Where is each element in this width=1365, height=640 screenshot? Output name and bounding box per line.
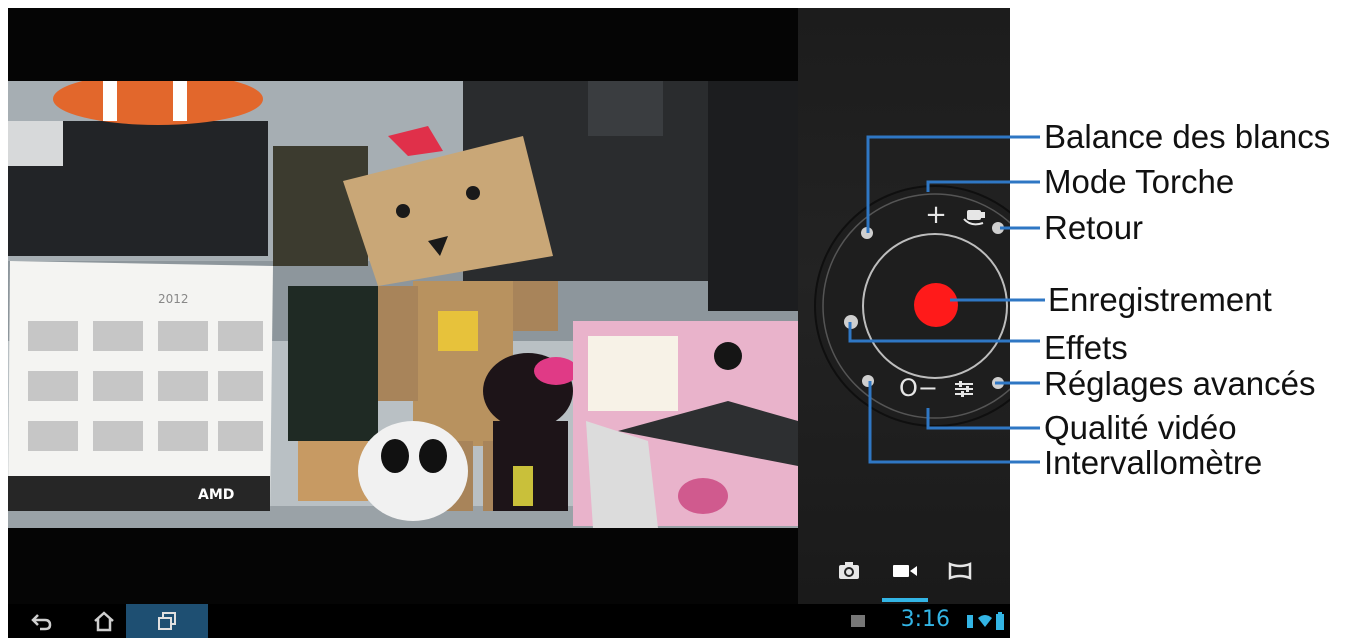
callout-timelapse: Intervallomètre — [1044, 444, 1263, 481]
nav-back-button[interactable] — [22, 604, 62, 638]
recent-apps-icon — [158, 612, 176, 630]
control-wheel — [814, 185, 1010, 427]
record-button[interactable] — [914, 283, 958, 327]
nav-recent-apps-button[interactable] — [126, 604, 208, 638]
system-navigation-bar: 3:16 — [8, 604, 1010, 638]
minus-icon: − — [917, 374, 938, 402]
callout-effects: Effets — [1044, 329, 1128, 366]
back-arrow-icon — [31, 614, 52, 631]
torch-mode-button[interactable]: + — [925, 202, 947, 228]
back-dot — [992, 222, 1004, 234]
notification-icon[interactable] — [846, 604, 870, 638]
zero-icon: O — [899, 374, 918, 402]
mode-video-button[interactable] — [889, 558, 921, 584]
tablet-screen: 2012 AMD + O− 3:16 — [8, 8, 1010, 638]
timelapse-button[interactable] — [862, 375, 874, 387]
advanced-settings-button[interactable] — [952, 377, 976, 401]
callout-advanced-settings: Réglages avancés — [1044, 365, 1316, 402]
video-icon — [893, 565, 917, 577]
home-icon — [94, 611, 114, 632]
plus-icon: + — [925, 200, 947, 230]
camera-icon — [839, 562, 859, 579]
mode-panorama-button[interactable] — [946, 558, 974, 584]
battery-small-icon — [967, 615, 973, 628]
mode-video-selected-indicator — [882, 598, 928, 602]
viewfinder-scene: 2012 AMD — [8, 81, 798, 528]
calendar-year: 2012 — [158, 292, 189, 306]
calendar-brand: AMD — [198, 487, 234, 503]
camera-control-panel: + O− — [798, 8, 1010, 604]
mode-camera-button[interactable] — [835, 558, 863, 584]
advanced-settings-dot — [992, 377, 1004, 389]
back-button[interactable] — [961, 205, 989, 227]
status-icons — [966, 612, 1004, 630]
callout-white-balance: Balance des blancs — [1044, 118, 1331, 155]
image-notification-icon — [851, 615, 865, 627]
callout-video-quality: Qualité vidéo — [1044, 409, 1237, 446]
callout-back: Retour — [1044, 209, 1144, 246]
sliders-icon — [955, 381, 973, 397]
camera-switch-icon — [963, 210, 985, 226]
white-balance-button[interactable] — [861, 227, 873, 239]
callout-record: Enregistrement — [1048, 281, 1272, 318]
nav-home-button[interactable] — [84, 604, 124, 638]
wifi-icon — [978, 615, 992, 627]
panorama-icon — [948, 562, 972, 580]
status-clock: 3:16 — [900, 607, 950, 632]
callout-torch-mode: Mode Torche — [1044, 163, 1235, 200]
camera-viewfinder[interactable]: 2012 AMD — [8, 81, 798, 528]
video-quality-button[interactable]: O− — [899, 374, 947, 402]
battery-icon — [996, 612, 1004, 630]
effects-button[interactable] — [844, 315, 858, 329]
